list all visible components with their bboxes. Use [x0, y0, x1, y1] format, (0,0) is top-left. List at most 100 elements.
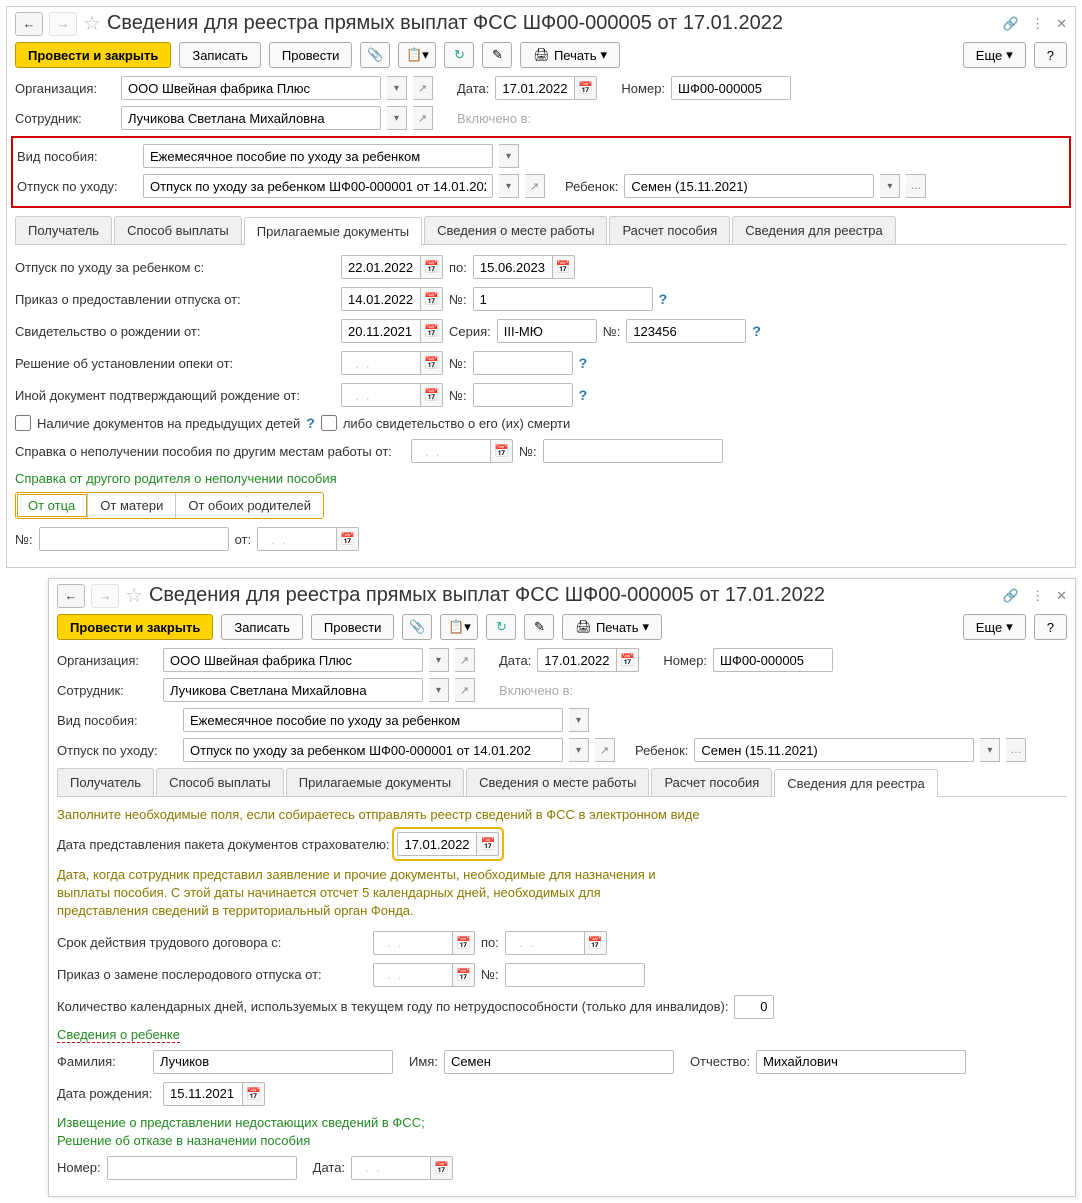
calendar-icon[interactable]: 📅 — [617, 648, 639, 672]
open-icon[interactable]: ↗ — [595, 738, 615, 762]
help-icon[interactable]: ? — [579, 387, 588, 403]
open-icon[interactable]: ↗ — [413, 76, 433, 100]
close-icon[interactable]: ✕ — [1056, 16, 1067, 32]
leave-field[interactable] — [143, 174, 493, 198]
attach-icon[interactable]: 📎 — [360, 42, 390, 68]
birth-series[interactable] — [497, 319, 597, 343]
spravka-date[interactable] — [411, 439, 491, 463]
tab-recipient[interactable]: Получатель — [57, 768, 154, 796]
child-field[interactable] — [694, 738, 974, 762]
chevron-down-icon[interactable]: ▾ — [499, 144, 519, 168]
tab-documents[interactable]: Прилагаемые документы — [244, 217, 422, 245]
calendar-icon[interactable]: 📅 — [575, 76, 597, 100]
birth-number[interactable] — [626, 319, 746, 343]
replace-date[interactable] — [373, 963, 453, 987]
chevron-down-icon[interactable]: ▾ — [387, 76, 407, 100]
favorite-star-icon[interactable]: ☆ — [125, 583, 143, 608]
notice-number[interactable] — [107, 1156, 297, 1180]
calendar-icon[interactable]: 📅 — [491, 439, 513, 463]
contract-to[interactable] — [505, 931, 585, 955]
death-cert-checkbox[interactable] — [321, 415, 337, 431]
bottom-date[interactable] — [257, 527, 337, 551]
calendar-icon[interactable]: 📅 — [243, 1082, 265, 1106]
benefit-type-field[interactable] — [183, 708, 563, 732]
close-icon[interactable]: ✕ — [1056, 588, 1067, 604]
calendar-icon[interactable]: 📅 — [453, 963, 475, 987]
help-button[interactable]: ? — [1034, 614, 1067, 640]
patronymic-field[interactable] — [756, 1050, 966, 1074]
tab-workplace[interactable]: Сведения о месте работы — [424, 216, 607, 244]
tab-recipient[interactable]: Получатель — [15, 216, 112, 244]
submit-close-button[interactable]: Провести и закрыть — [57, 614, 213, 640]
help-icon[interactable]: ? — [752, 323, 761, 339]
calendar-icon[interactable]: 📅 — [337, 527, 359, 551]
refresh-icon[interactable]: ↻ — [444, 42, 474, 68]
employee-field[interactable] — [163, 678, 423, 702]
calendar-icon[interactable]: 📅 — [453, 931, 475, 955]
calendar-icon[interactable]: 📅 — [421, 255, 443, 279]
help-icon[interactable]: ? — [659, 291, 668, 307]
chevron-down-icon[interactable]: ▾ — [429, 678, 449, 702]
guardianship-date[interactable] — [341, 351, 421, 375]
edit-pencil-icon[interactable]: ✎ — [524, 614, 554, 640]
days-field[interactable] — [734, 995, 774, 1019]
notice-date[interactable] — [351, 1156, 431, 1180]
help-icon[interactable]: ? — [579, 355, 588, 371]
help-icon[interactable]: ? — [306, 415, 315, 431]
from-father-option[interactable]: От отца — [16, 493, 88, 518]
child-field[interactable] — [624, 174, 874, 198]
more-button[interactable]: Еще ▾ — [963, 42, 1026, 68]
order-date[interactable] — [341, 287, 421, 311]
order-number[interactable] — [473, 287, 653, 311]
from-mother-option[interactable]: От матери — [88, 493, 176, 518]
surname-field[interactable] — [153, 1050, 393, 1074]
submit-close-button[interactable]: Провести и закрыть — [15, 42, 171, 68]
calendar-icon[interactable]: 📅 — [421, 351, 443, 375]
ellipsis-icon[interactable]: … — [1006, 738, 1026, 762]
help-button[interactable]: ? — [1034, 42, 1067, 68]
leave-from-date[interactable] — [341, 255, 421, 279]
spravka-number[interactable] — [543, 439, 723, 463]
print-button[interactable]: 🖨 Печать ▾ — [520, 42, 620, 68]
tab-registry[interactable]: Сведения для реестра — [732, 216, 895, 244]
link-icon[interactable]: 🔗 — [1003, 16, 1019, 32]
benefit-type-field[interactable] — [143, 144, 493, 168]
back-button[interactable]: ← — [15, 12, 43, 36]
birth-cert-date[interactable] — [341, 319, 421, 343]
calendar-icon[interactable]: 📅 — [553, 255, 575, 279]
open-icon[interactable]: ↗ — [525, 174, 545, 198]
attach-icon[interactable]: 📎 — [402, 614, 432, 640]
edit-pencil-icon[interactable]: ✎ — [482, 42, 512, 68]
tab-documents[interactable]: Прилагаемые документы — [286, 768, 464, 796]
other-doc-number[interactable] — [473, 383, 573, 407]
other-doc-date[interactable] — [341, 383, 421, 407]
post-button[interactable]: Провести — [269, 42, 353, 68]
more-button[interactable]: Еще ▾ — [963, 614, 1026, 640]
calendar-icon[interactable]: 📅 — [431, 1156, 453, 1180]
tab-calculation[interactable]: Расчет пособия — [651, 768, 772, 796]
date-field[interactable] — [537, 648, 617, 672]
employee-field[interactable] — [121, 106, 381, 130]
chevron-down-icon[interactable]: ▾ — [569, 738, 589, 762]
write-button[interactable]: Записать — [221, 614, 303, 640]
link-icon[interactable]: 🔗 — [1003, 588, 1019, 604]
open-icon[interactable]: ↗ — [455, 678, 475, 702]
open-icon[interactable]: ↗ — [413, 106, 433, 130]
calendar-icon[interactable]: 📅 — [421, 383, 443, 407]
calendar-icon[interactable]: 📅 — [421, 287, 443, 311]
from-both-option[interactable]: От обоих родителей — [176, 493, 323, 518]
menu-icon[interactable]: ⋮ — [1031, 588, 1044, 604]
clipboard-icon[interactable]: 📋▾ — [440, 614, 478, 640]
open-icon[interactable]: ↗ — [455, 648, 475, 672]
tab-registry[interactable]: Сведения для реестра — [774, 769, 937, 797]
contract-from[interactable] — [373, 931, 453, 955]
tab-calculation[interactable]: Расчет пособия — [609, 216, 730, 244]
name-field[interactable] — [444, 1050, 674, 1074]
number-field[interactable] — [671, 76, 791, 100]
back-button[interactable]: ← — [57, 584, 85, 608]
chevron-down-icon[interactable]: ▾ — [880, 174, 900, 198]
bottom-number[interactable] — [39, 527, 229, 551]
chevron-down-icon[interactable]: ▾ — [499, 174, 519, 198]
org-field[interactable] — [163, 648, 423, 672]
calendar-icon[interactable]: 📅 — [477, 832, 499, 856]
